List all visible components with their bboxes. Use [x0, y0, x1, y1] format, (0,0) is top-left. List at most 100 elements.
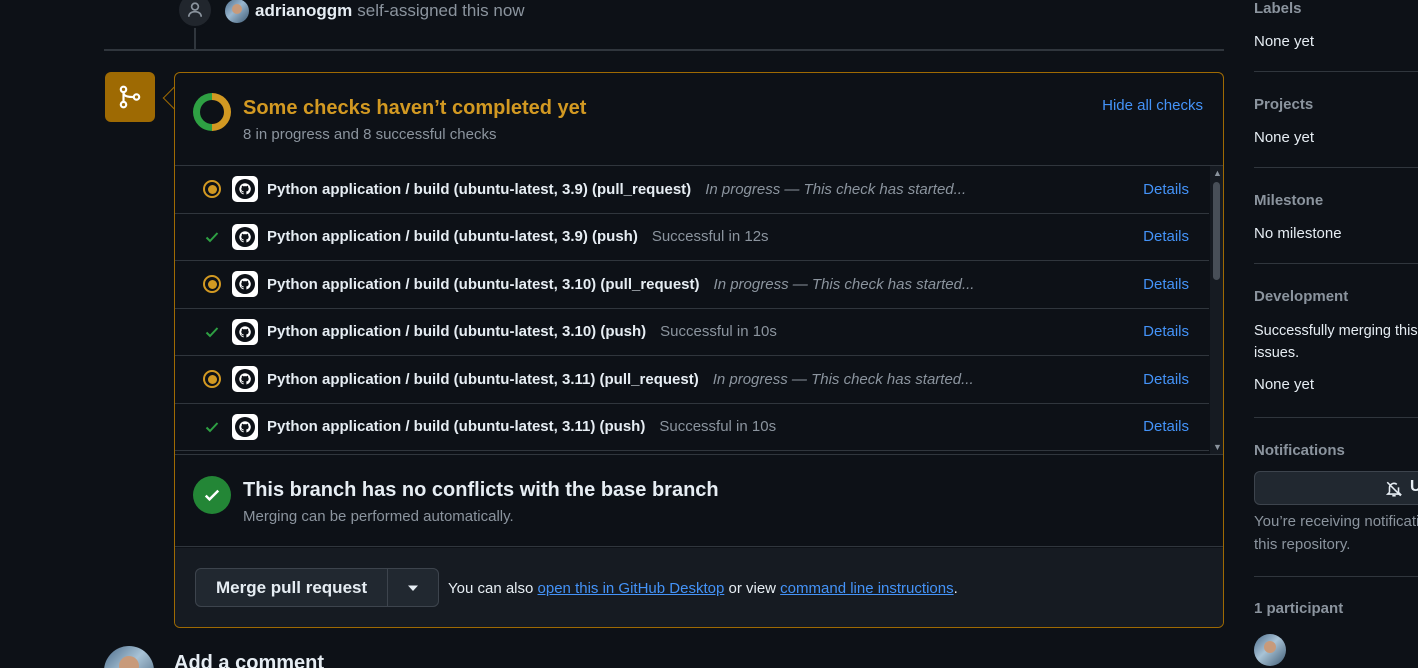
in-progress-icon [203, 275, 221, 294]
github-icon [232, 271, 258, 298]
check-success-icon [203, 228, 221, 246]
details-link[interactable]: Details [1143, 228, 1189, 245]
github-icon [232, 318, 258, 345]
sidebar-labels: Labels None yet [1254, 0, 1418, 50]
check-row: Python application / build (ubuntu-lates… [175, 403, 1209, 451]
github-icon [232, 366, 258, 393]
hide-all-checks-link[interactable]: Hide all checks [1102, 97, 1203, 114]
check-name: Python application / build (ubuntu-lates… [267, 228, 638, 246]
details-link[interactable]: Details [1143, 276, 1189, 293]
details-link[interactable]: Details [1143, 418, 1189, 435]
scroll-thumb[interactable] [1213, 182, 1220, 280]
check-status: In progress — This check has started... [713, 275, 975, 293]
check-name: Python application / build (ubuntu-lates… [267, 418, 646, 436]
sidebar-projects: Projects None yet [1254, 96, 1418, 146]
avatar[interactable] [104, 646, 154, 668]
check-name: Python application / build (ubuntu-lates… [267, 275, 700, 293]
projects-value: None yet [1254, 129, 1315, 146]
check-name: Python application / build (ubuntu-lates… [267, 323, 647, 341]
sidebar-divider [1254, 263, 1418, 264]
avatar[interactable] [225, 0, 249, 23]
check-name: Python application / build (ubuntu-lates… [267, 370, 699, 388]
development-text-line1: Successfully merging this [1254, 323, 1418, 339]
checks-progress-icon [193, 93, 231, 131]
check-success-icon [203, 323, 221, 341]
in-progress-icon [203, 370, 221, 389]
also-prefix: You can also [448, 580, 534, 597]
notifications-text-line1: You’re receiving notificati [1254, 513, 1418, 530]
checks-subtitle: 8 in progress and 8 successful checks [243, 126, 497, 143]
conflict-title: This branch has no conflicts with the ba… [243, 479, 719, 501]
github-desktop-link[interactable]: open this in GitHub Desktop [538, 580, 725, 597]
bell-slash-icon [1385, 481, 1403, 497]
check-success-icon [203, 418, 221, 436]
sidebar-milestone: Milestone No milestone [1254, 192, 1418, 242]
check-row: Python application / build (ubuntu-lates… [175, 308, 1209, 356]
checks-list: Python application / build (ubuntu-lates… [175, 166, 1209, 454]
notifications-text-line2: this repository. [1254, 536, 1351, 553]
check-status: Successful in 12s [651, 228, 769, 246]
merge-box: Some checks haven’t completed yet 8 in p… [174, 72, 1224, 628]
checks-scrollbar[interactable]: ▲ ▼ [1210, 166, 1223, 454]
check-row: Python application / build (ubuntu-lates… [175, 261, 1209, 309]
checks-header: Some checks haven’t completed yet 8 in p… [175, 73, 1223, 166]
command-line-link[interactable]: command line instructions [780, 580, 953, 597]
unsubscribe-button[interactable]: U [1254, 471, 1418, 505]
development-value: None yet [1254, 376, 1315, 393]
details-link[interactable]: Details [1143, 181, 1189, 198]
sidebar-participants: 1 participant [1254, 600, 1418, 617]
conflict-status: This branch has no conflicts with the ba… [175, 454, 1223, 547]
person-icon [177, 0, 213, 28]
notifications-info: You’re receiving notificati this reposit… [1254, 510, 1418, 556]
check-row: Python application / build (ubuntu-lates… [175, 356, 1209, 404]
merge-options-dropdown[interactable] [388, 569, 438, 606]
git-merge-icon [105, 72, 155, 122]
sidebar: Labels None yet Projects None yet Milest… [1254, 0, 1418, 668]
add-comment-heading: Add a comment [174, 652, 325, 668]
event-text: self-assigned this now [357, 1, 525, 20]
check-row: Python application / build (ubuntu-lates… [175, 166, 1209, 214]
unsubscribe-label: U [1410, 478, 1418, 495]
check-status: Successful in 10s [660, 323, 777, 341]
merge-button-group: Merge pull request [195, 568, 440, 607]
milestone-value: No milestone [1254, 225, 1342, 242]
labels-value: None yet [1254, 33, 1315, 50]
scroll-down-icon[interactable]: ▼ [1213, 443, 1222, 452]
conflict-subtitle: Merging can be performed automatically. [243, 508, 514, 525]
check-name: Python application / build (ubuntu-lates… [267, 180, 692, 198]
or-view-text: or view [728, 580, 776, 597]
milestone-heading[interactable]: Milestone [1254, 192, 1418, 209]
sidebar-divider [1254, 576, 1418, 577]
merge-alt-text: You can also open this in GitHub Desktop… [448, 580, 958, 597]
check-circle-icon [193, 476, 231, 514]
details-link[interactable]: Details [1143, 323, 1189, 340]
merge-actions: Merge pull request You can also open thi… [175, 548, 1223, 627]
period-text: . [953, 580, 958, 597]
details-link[interactable]: Details [1143, 371, 1189, 388]
check-status: Successful in 10s [659, 418, 777, 436]
projects-heading[interactable]: Projects [1254, 96, 1418, 113]
development-heading[interactable]: Development [1254, 288, 1418, 305]
labels-heading[interactable]: Labels [1254, 0, 1418, 17]
sidebar-divider [1254, 417, 1418, 418]
sidebar-development: Development Successfully merging this is… [1254, 288, 1418, 393]
scroll-up-icon[interactable]: ▲ [1213, 169, 1222, 178]
triangle-down-icon [408, 585, 419, 591]
github-icon [232, 176, 258, 203]
check-status: In progress — This check has started... [712, 370, 974, 388]
participants-heading: 1 participant [1254, 600, 1344, 617]
merge-pull-request-button[interactable]: Merge pull request [196, 569, 389, 606]
sidebar-divider [1254, 167, 1418, 168]
github-icon [232, 413, 258, 440]
development-text-line2: issues. [1254, 345, 1300, 361]
sidebar-notifications: Notifications [1254, 442, 1418, 459]
github-icon [232, 223, 258, 250]
check-status: In progress — This check has started... [705, 180, 967, 198]
notifications-heading: Notifications [1254, 442, 1345, 459]
check-row: Python application / build (ubuntu-lates… [175, 213, 1209, 261]
timeline-divider [104, 49, 1224, 51]
event-user-link[interactable]: adrianoggm [255, 1, 352, 21]
in-progress-icon [203, 180, 221, 199]
participant-avatar[interactable] [1254, 634, 1286, 666]
timeline-event: adrianoggm self-assigned this now [225, 0, 525, 23]
